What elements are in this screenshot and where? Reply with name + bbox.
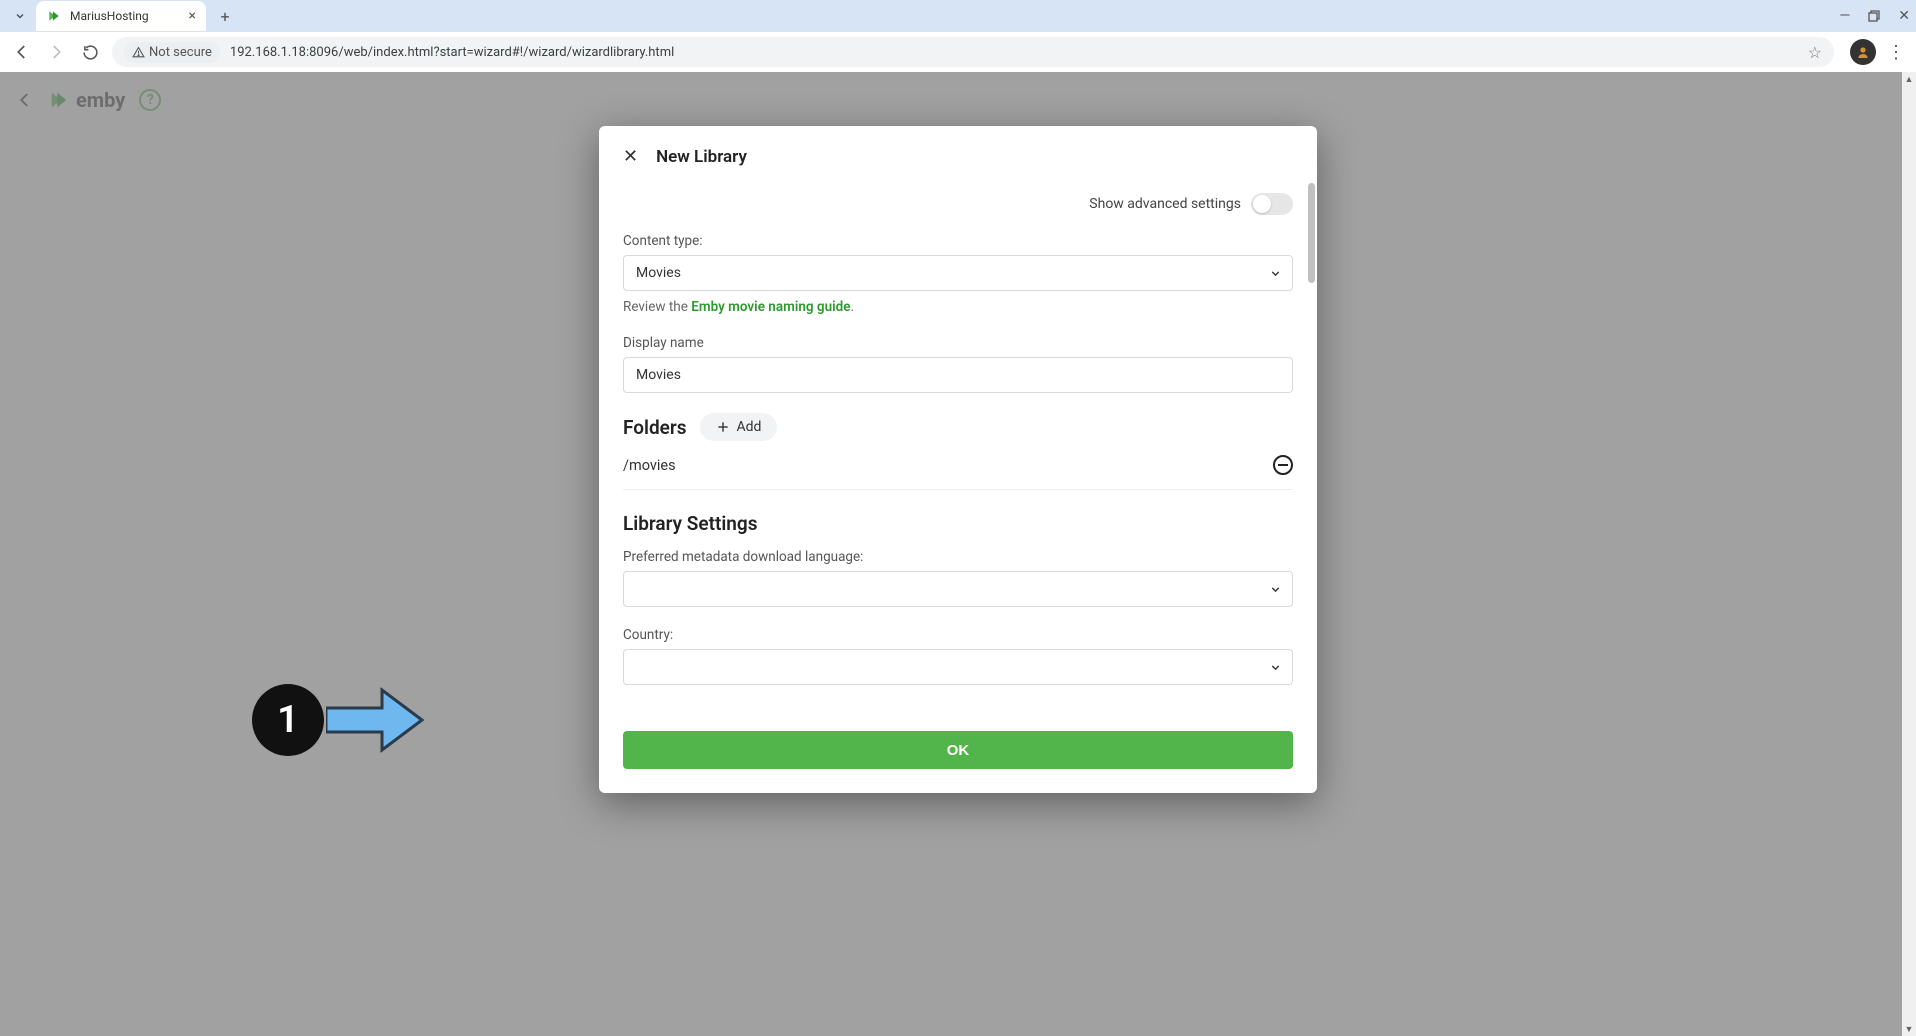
folders-title: Folders <box>623 416 686 439</box>
metadata-language-select[interactable] <box>623 571 1293 607</box>
hint-suffix: . <box>851 299 855 315</box>
nav-back-button[interactable] <box>10 40 34 64</box>
tab-close-icon[interactable]: × <box>189 8 196 24</box>
profile-avatar[interactable] <box>1850 39 1876 65</box>
annotation-badge: 1 <box>252 684 324 756</box>
ok-button[interactable]: OK <box>623 731 1293 769</box>
scroll-up-icon[interactable]: ▲ <box>1902 72 1916 86</box>
naming-guide-link[interactable]: Emby movie naming guide <box>691 299 850 315</box>
remove-folder-button[interactable] <box>1273 455 1293 475</box>
address-row: Not secure 192.168.1.18:8096/web/index.h… <box>0 32 1916 72</box>
window-minimize-icon[interactable]: — <box>1839 8 1850 24</box>
country-label: Country: <box>623 627 1293 643</box>
modal-title: New Library <box>656 147 747 167</box>
window-controls: — ✕ <box>1839 0 1910 32</box>
tab-strip: MariusHosting × + — ✕ <box>0 0 1916 32</box>
browser-chrome: MariusHosting × + — ✕ Not secure 192.168… <box>0 0 1916 72</box>
modal-footer: OK <box>599 713 1317 793</box>
advanced-settings-row: Show advanced settings <box>623 181 1293 233</box>
page-scrollbar[interactable]: ▲ ▼ <box>1902 72 1916 1036</box>
plus-icon <box>716 420 730 434</box>
chevron-down-icon <box>1269 661 1282 674</box>
nav-forward-button[interactable] <box>44 40 68 64</box>
new-library-modal: ✕ New Library Show advanced settings Con… <box>599 126 1317 793</box>
scroll-down-icon[interactable]: ▼ <box>1902 1022 1916 1036</box>
not-secure-chip[interactable]: Not secure <box>124 42 220 63</box>
window-maximize-icon[interactable] <box>1868 10 1880 22</box>
display-name-block: Display name Movies <box>623 335 1293 393</box>
display-name-label: Display name <box>623 335 1293 351</box>
tab-favicon-icon <box>46 8 62 24</box>
content-type-value: Movies <box>636 265 681 281</box>
window-close-icon[interactable]: ✕ <box>1898 8 1910 24</box>
add-folder-label: Add <box>736 419 761 435</box>
not-secure-label: Not secure <box>149 45 212 60</box>
modal-scrollbar[interactable] <box>1308 183 1315 283</box>
naming-guide-hint: Review the Emby movie naming guide. <box>623 299 1293 315</box>
folder-row: /movies <box>623 441 1293 490</box>
chevron-down-icon <box>1269 583 1282 596</box>
display-name-input[interactable]: Movies <box>623 357 1293 393</box>
content-type-block: Content type: Movies Review the Emby mov… <box>623 233 1293 315</box>
modal-body: Show advanced settings Content type: Mov… <box>599 177 1317 713</box>
folder-path: /movies <box>623 457 676 474</box>
advanced-settings-label: Show advanced settings <box>1089 196 1241 212</box>
address-url: 192.168.1.18:8096/web/index.html?start=w… <box>230 45 674 60</box>
country-select[interactable] <box>623 649 1293 685</box>
new-tab-button[interactable]: + <box>212 3 238 29</box>
nav-reload-button[interactable] <box>78 40 102 64</box>
modal-close-button[interactable]: ✕ <box>623 146 638 167</box>
library-settings-title: Library Settings <box>623 512 1293 535</box>
content-type-label: Content type: <box>623 233 1293 249</box>
hint-prefix: Review the <box>623 299 691 315</box>
content-type-select[interactable]: Movies <box>623 255 1293 291</box>
bookmark-star-icon[interactable]: ☆ <box>1808 43 1822 62</box>
metadata-language-block: Preferred metadata download language: <box>623 549 1293 607</box>
app-area: emby ? ▲ ▼ ✕ New Library Show advanced s… <box>0 72 1916 1036</box>
country-block: Country: <box>623 627 1293 685</box>
folders-header: Folders Add <box>623 413 1293 441</box>
metadata-language-label: Preferred metadata download language: <box>623 549 1293 565</box>
chevron-down-icon <box>1269 267 1282 280</box>
advanced-settings-toggle[interactable] <box>1251 193 1293 215</box>
annotation-arrow-icon <box>326 680 426 760</box>
warning-icon <box>132 46 145 59</box>
tab-title: MariusHosting <box>70 9 181 23</box>
add-folder-button[interactable]: Add <box>700 413 777 441</box>
display-name-value: Movies <box>636 367 681 383</box>
tab-search-icon[interactable] <box>10 6 30 26</box>
address-bar[interactable]: Not secure 192.168.1.18:8096/web/index.h… <box>112 37 1834 67</box>
modal-header: ✕ New Library <box>599 126 1317 177</box>
browser-tab[interactable]: MariusHosting × <box>36 1 206 31</box>
browser-menu-icon[interactable]: ⋮ <box>1886 42 1906 63</box>
